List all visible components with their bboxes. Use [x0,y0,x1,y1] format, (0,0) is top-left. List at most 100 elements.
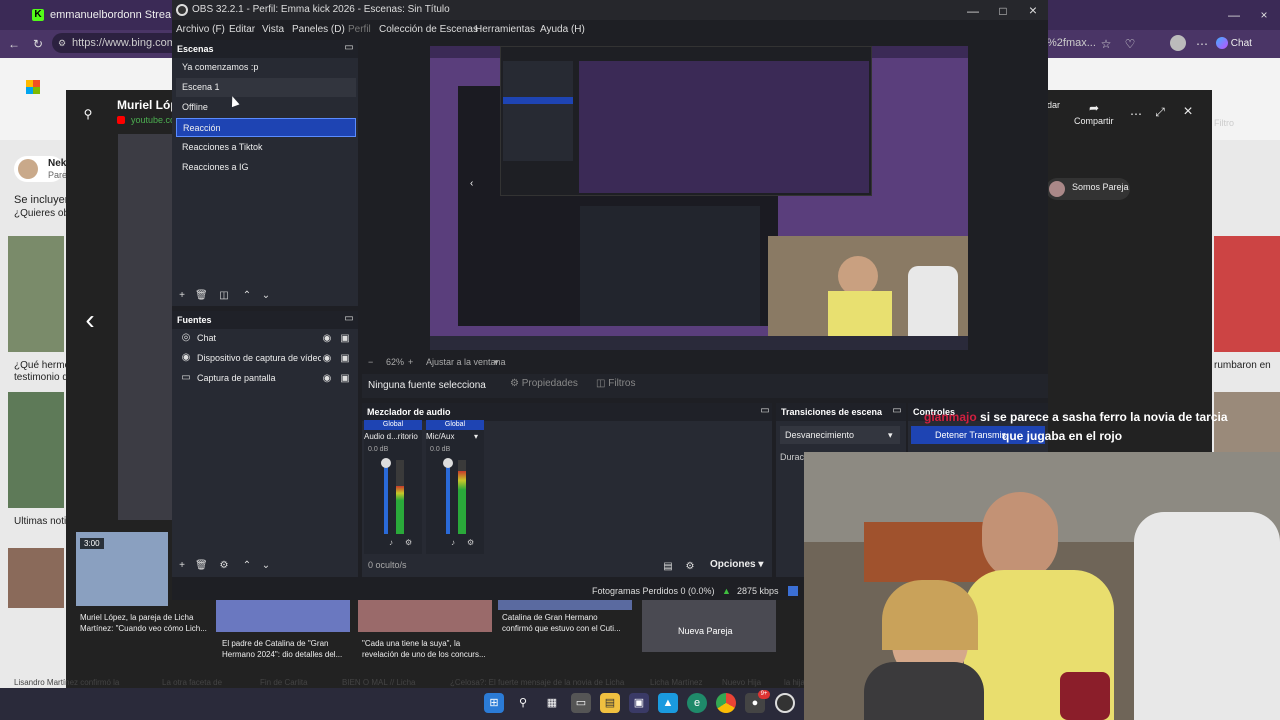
profile-avatar[interactable] [1170,35,1186,51]
left-thumbnail-2[interactable] [8,392,64,508]
more-menu-icon[interactable]: ⋯ [1194,36,1210,52]
remove-scene-icon[interactable]: 🗑 [195,290,208,302]
zoom-out-icon[interactable]: − [368,352,373,372]
add-scene-icon[interactable]: + [176,290,188,302]
more-options-icon[interactable]: ⋯ [1128,106,1144,122]
volume-slider-handle[interactable] [443,458,453,468]
program-preview[interactable]: ‹ [430,46,968,350]
transition-select[interactable]: Desvanecimiento ▾ [780,426,900,444]
edge-icon[interactable]: e [687,693,707,713]
mixer-advanced-icon[interactable]: ⚙ [684,561,696,573]
menu-vista[interactable]: Vista [262,20,284,40]
visibility-eye-icon[interactable]: ◉ [321,353,333,365]
related-video-thumb-3[interactable] [358,600,492,632]
source-settings-icon[interactable]: ⚙ [218,560,230,572]
obs-taskbar-icon[interactable] [775,693,795,713]
collections-icon[interactable]: ♡ [1122,36,1138,52]
left-thumbnail-1[interactable] [8,236,64,352]
filter-button[interactable]: Filtro [1214,118,1234,128]
desktop-icon[interactable]: ▭ [571,693,591,713]
menu-archivo[interactable]: Archivo (F) [176,20,225,40]
windows-start-icon[interactable]: ⊞ [484,693,504,713]
card-5-title[interactable]: Nueva Pareja [678,626,733,636]
related-video-card-4[interactable]: Catalina de Gran Hermano confirmó que es… [502,612,632,634]
menu-coleccion[interactable]: Colección de Escenas [379,20,478,40]
expand-icon[interactable]: ⤢ [1152,104,1168,120]
chrome-icon[interactable] [716,693,736,713]
mute-speaker-icon[interactable]: ♪ [389,538,393,547]
zoom-in-icon[interactable]: + [408,352,413,372]
menu-herramientas[interactable]: Herramientas [475,20,535,40]
bottom-result-3[interactable]: Fin de Carlita [260,678,308,687]
visibility-eye-icon[interactable]: ◉ [321,373,333,385]
visibility-eye-icon[interactable]: ◉ [321,333,333,345]
menu-perfil[interactable]: Perfil [348,20,371,40]
bottom-result-7[interactable]: Nuevo Hija [722,678,761,687]
search-icon[interactable]: ⚲ [80,106,96,122]
favorite-star-icon[interactable]: ☆ [1098,36,1114,52]
browser-tab[interactable]: K emmanuelbordonn Stream - Watc [26,3,171,27]
taskbar-search-icon[interactable]: ⚲ [513,693,533,713]
bottom-result-5[interactable]: ¿Celosa?: El fuerte mensaje de la novia … [450,678,624,687]
source-item-camera[interactable]: ◉ Dispositivo de captura de vídeo [176,349,321,368]
lock-icon[interactable]: ▣ [339,373,351,385]
copilot-chat-button[interactable]: Chat [1216,35,1262,53]
options-button[interactable]: Opciones ▾ [710,559,763,570]
obs-minimize-icon[interactable]: — [966,3,980,19]
related-video-card-2[interactable]: El padre de Catalina de "Gran Hermano 20… [222,638,348,660]
close-modal-icon[interactable]: × [1180,104,1196,120]
channel-dropdown-icon[interactable]: ▾ [474,432,478,441]
related-video-thumb-4[interactable] [498,600,632,610]
scene-item[interactable]: Escena 1 [176,78,356,97]
channel-name[interactable]: Audio d...ritorio [364,432,422,441]
refresh-icon[interactable]: ↻ [30,36,46,52]
scene-item[interactable]: Reacciones a Tiktok [176,138,356,157]
store-icon[interactable]: ▣ [629,693,649,713]
left-person-card[interactable]: Nek Pare [14,156,67,182]
left-thumbnail-3[interactable] [8,548,64,608]
minimize-window-icon[interactable]: — [1226,7,1242,23]
move-source-up-icon[interactable]: ⌃ [241,560,253,572]
close-window-icon[interactable]: × [1256,7,1272,23]
task-view-icon[interactable]: ▦ [542,693,562,713]
fit-dropdown-icon[interactable]: ▾ [494,352,499,372]
scene-filters-icon[interactable]: ◫ [218,290,230,302]
related-video-thumb-2[interactable] [216,600,350,632]
properties-button[interactable]: ⚙ Propiedades [510,378,578,389]
menu-ayuda[interactable]: Ayuda (H) [540,20,585,40]
scene-item[interactable]: Reacciones a IG [176,158,356,177]
mixer-float-icon[interactable]: ▭ [760,405,770,417]
somos-pareja-chip[interactable]: Somos Pareja [1046,178,1130,200]
move-scene-up-icon[interactable]: ⌃ [241,290,253,302]
scene-item-selected[interactable]: Reacción [176,118,356,137]
video-source[interactable]: youtube.co [131,115,175,125]
mute-speaker-icon[interactable]: ♪ [451,538,455,547]
menu-editar[interactable]: Editar [229,20,255,40]
file-explorer-icon[interactable]: ▤ [600,693,620,713]
menu-paneles[interactable]: Paneles (D) [292,20,345,40]
channel-settings-icon[interactable]: ⚙ [467,538,474,547]
back-icon[interactable]: ← [6,36,22,52]
wifi-app-icon[interactable]: ▲ [658,693,678,713]
bottom-result-1[interactable]: Lisandro Martínez confirmó la [14,678,119,687]
right-thumbnail-1[interactable] [1214,236,1280,352]
video-frame[interactable] [118,134,172,520]
sources-dock-float-icon[interactable]: ▭ [344,313,354,325]
remove-source-icon[interactable]: 🗑 [195,560,208,572]
channel-settings-icon[interactable]: ⚙ [405,538,412,547]
bottom-result-8[interactable]: la hija de [784,678,804,687]
volume-slider[interactable] [446,460,450,534]
filters-button[interactable]: ◫ Filtros [596,378,635,389]
scene-item[interactable]: Offline [176,98,356,117]
related-video-card-1[interactable]: Muriel López, la pareja de Licha Martíne… [80,612,210,634]
move-scene-down-icon[interactable]: ⌄ [260,290,272,302]
obs-maximize-icon[interactable]: □ [996,3,1010,19]
volume-slider-handle[interactable] [381,458,391,468]
volume-slider[interactable] [384,460,388,534]
move-source-down-icon[interactable]: ⌄ [260,560,272,572]
scene-item[interactable]: Ya comenzamos :p [176,58,356,77]
lock-icon[interactable]: ▣ [339,353,351,365]
share-button[interactable]: Compartir [1074,116,1114,126]
add-source-icon[interactable]: + [176,560,188,572]
lock-icon[interactable]: ▣ [339,333,351,345]
